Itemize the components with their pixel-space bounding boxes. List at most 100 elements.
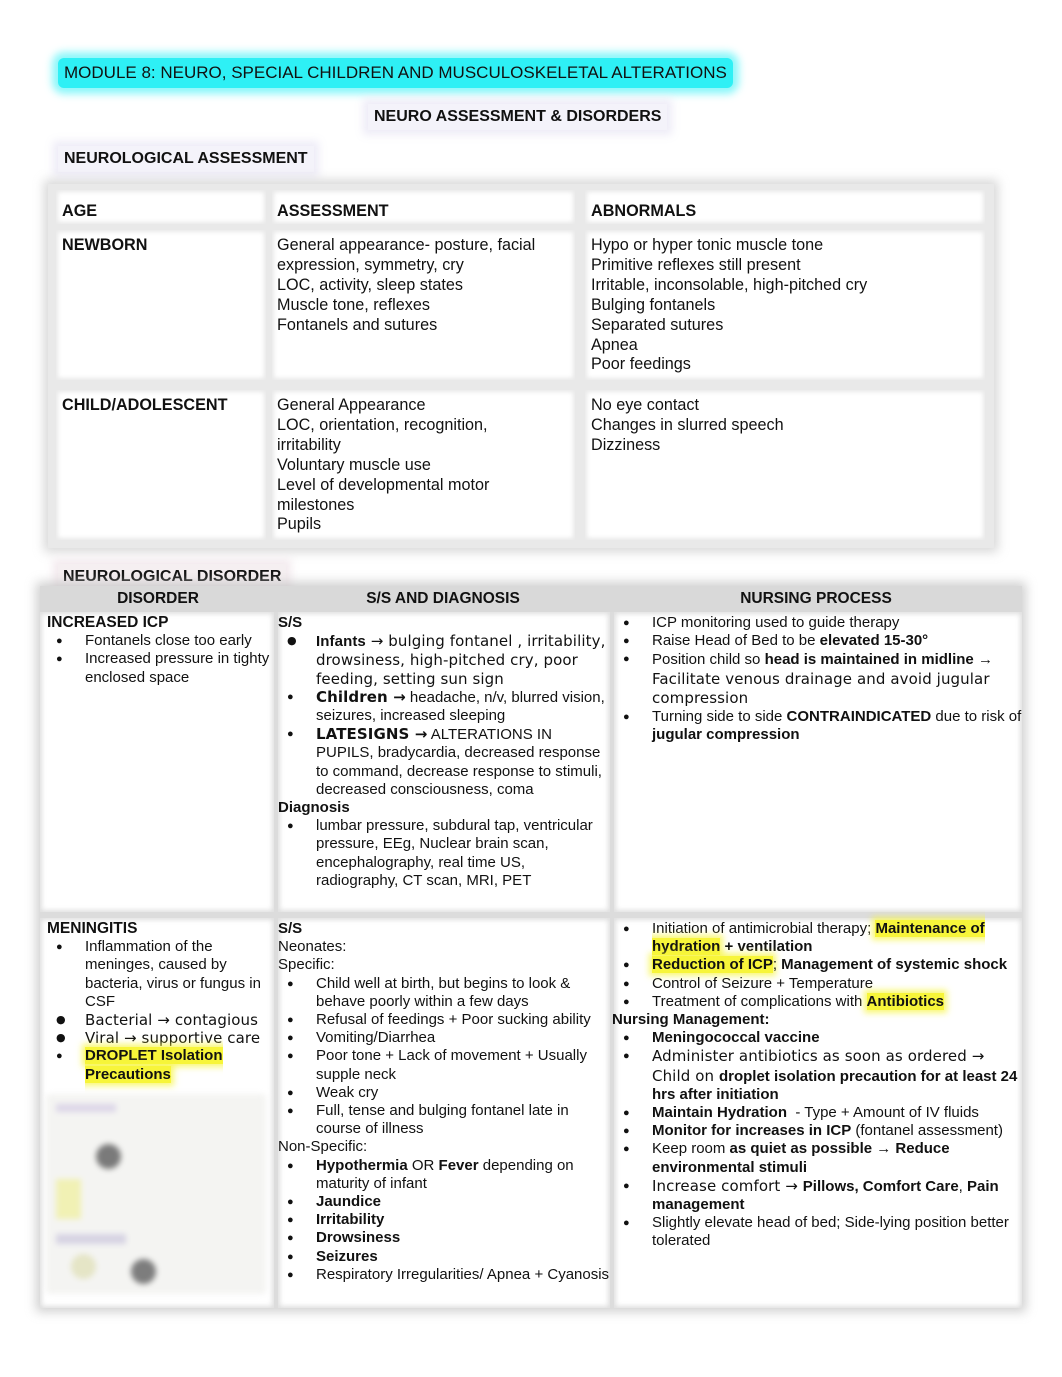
assessment-line: expression, symmetry, cry bbox=[277, 255, 464, 274]
list-item: Keep room as quiet as possible → Reduce … bbox=[614, 1140, 1022, 1176]
diagnosis-label: Diagnosis bbox=[278, 799, 350, 817]
column-header-assessment: ASSESSMENT bbox=[272, 190, 575, 224]
bold-text: Pillows, Comfort Care bbox=[802, 1177, 959, 1195]
assessment-line: Pupils bbox=[277, 515, 322, 534]
list-item: Slightly elevate head of bed; Side-lying… bbox=[614, 1214, 1022, 1250]
abnormal-line: Poor feedings bbox=[591, 355, 691, 374]
abnormal-line: Dizziness bbox=[591, 435, 661, 454]
assessment-line: General Appearance bbox=[277, 396, 426, 414]
bold-text: Monitor for increases in ICP bbox=[652, 1122, 852, 1140]
list-item: Control of Seizure + Temperature bbox=[614, 975, 1022, 993]
highlight: Antibiotics bbox=[866, 992, 945, 1010]
list-item: Treatment of complications with Antibiot… bbox=[614, 992, 1022, 1011]
list-item: Fontanels close too early bbox=[47, 632, 274, 650]
nursing-bold: jugular compression bbox=[652, 726, 800, 744]
list-item: Administer antibiotics as soon as ordere… bbox=[614, 1047, 1022, 1104]
nonspecific-label: Non-Specific: bbox=[278, 1138, 368, 1156]
assessment-line: LOC, orientation, recognition, bbox=[277, 415, 488, 434]
table-row-newborn-abnormals: Hypo or hyper tonic muscle tone Primitiv… bbox=[585, 230, 985, 380]
column-header-disorder: DISORDER bbox=[40, 586, 276, 612]
list-item: Infants → bulging fontanel , irritabilit… bbox=[278, 632, 610, 688]
list-item: Maintain Hydration - Type + Amount of IV… bbox=[614, 1104, 1022, 1122]
list-item: LATESIGNS → ALTERATIONS IN PUPILS, brady… bbox=[278, 725, 610, 799]
text: Keep room bbox=[652, 1140, 730, 1158]
bold-text: Fever bbox=[438, 1156, 479, 1174]
abnormal-line: Bulging fontanels bbox=[591, 295, 716, 314]
nursing-text: Facilitate venous drainage and avoid jug… bbox=[652, 669, 990, 707]
list-item: Weak cry bbox=[278, 1084, 610, 1102]
abnormal-line: Apnea bbox=[591, 335, 638, 354]
list-item: Hypothermia OR Fever depending on maturi… bbox=[278, 1157, 610, 1193]
abnormal-line: No eye contact bbox=[591, 396, 699, 414]
assessment-line: Level of developmental motor bbox=[277, 475, 490, 494]
nursing-bold: head is maintained in midline → bbox=[764, 651, 993, 669]
list-item: Respiratory Irregularities/ Apnea + Cyan… bbox=[278, 1266, 610, 1284]
bold-text: Management of systemic shock bbox=[781, 956, 1008, 974]
section-title: NEURO ASSESSMENT & DISORDERS bbox=[368, 104, 668, 130]
nursing-bold: elevated 15-30° bbox=[819, 632, 929, 650]
column-header-ss-diagnosis: S/S AND DIAGNOSIS bbox=[276, 586, 610, 612]
list-item: Increase comfort → Pillows, Comfort Care… bbox=[614, 1177, 1022, 1214]
nursing-management-label: Nursing Management: bbox=[612, 1011, 770, 1029]
list-item: Child well at birth, but begins to look … bbox=[278, 975, 610, 1011]
table-row-child-assessment: General Appearance LOC, orientation, rec… bbox=[272, 390, 575, 540]
table-row-child-age: CHILD/ADOLESCENT bbox=[56, 390, 266, 540]
assessment-line: irritability bbox=[277, 435, 341, 454]
header-label: ASSESSMENT bbox=[277, 202, 389, 220]
list-item: Turning side to side CONTRAINDICATED due… bbox=[614, 708, 1022, 744]
assessment-line: Voluntary muscle use bbox=[277, 455, 431, 474]
ss-label: S/S bbox=[278, 614, 303, 631]
list-item: ICP monitoring used to guide therapy bbox=[614, 614, 1022, 632]
table-row-newborn-assessment: General appearance- posture, facial expr… bbox=[272, 230, 575, 380]
list-item: Reduction of ICP; Management of systemic… bbox=[614, 956, 1022, 975]
table-row-child-abnormals: No eye contact Changes in slurred speech… bbox=[585, 390, 985, 540]
nursing-bold: CONTRAINDICATED bbox=[786, 708, 932, 726]
assessment-line: LOC, activity, sleep states bbox=[277, 275, 463, 294]
list-item: Monitor for increases in ICP (fontanel a… bbox=[614, 1122, 1022, 1140]
nursing-text: Raise Head of Bed to be bbox=[652, 632, 820, 650]
nursing-text: Turning side to side bbox=[652, 708, 787, 726]
assessment-line: General appearance- posture, facial bbox=[277, 236, 536, 254]
specific-label: Specific: bbox=[278, 956, 335, 974]
assessment-line: Muscle tone, reflexes bbox=[277, 295, 430, 314]
text: (fontanel assessment) bbox=[851, 1122, 1003, 1140]
assessment-line: milestones bbox=[277, 495, 355, 514]
list-item: Meningococcal vaccine bbox=[614, 1029, 1022, 1047]
list-item: Increased pressure in tighty enclosed sp… bbox=[47, 650, 274, 686]
column-header-abnormals: ABNORMALS bbox=[585, 190, 985, 224]
text: - Type + Amount of IV fluids bbox=[787, 1104, 979, 1122]
list-item: DROPLET Isolation Precautions bbox=[47, 1047, 274, 1083]
abnormal-line: Primitive reflexes still present bbox=[591, 255, 801, 274]
disorder-name: MENINGITIS bbox=[47, 920, 138, 937]
ss-infants-bold: Infants bbox=[316, 633, 366, 651]
ss-label: S/S bbox=[278, 920, 303, 937]
list-item: Children → headache, n/v, blurred vision… bbox=[278, 688, 610, 725]
icp-nursing-cell: ICP monitoring used to guide therapy Rai… bbox=[614, 612, 1022, 912]
module-title: MODULE 8: NEURO, SPECIAL CHILDREN AND MU… bbox=[58, 58, 733, 88]
header-label: AGE bbox=[62, 202, 98, 220]
abnormal-line: Hypo or hyper tonic muscle tone bbox=[591, 236, 824, 254]
abnormal-line: Irritable, inconsolable, high-pitched cr… bbox=[591, 275, 868, 294]
icp-ss-cell: S/S Infants → bulging fontanel , irritab… bbox=[278, 612, 610, 912]
text: Initiation of antimicrobial therapy; bbox=[652, 920, 876, 937]
list-item: Vomiting/Diarrhea bbox=[278, 1029, 610, 1047]
text: , bbox=[958, 1177, 967, 1195]
meningitis-nursing-cell: Initiation of antimicrobial therapy; Mai… bbox=[612, 918, 1022, 1308]
ss-children-bold: Children → bbox=[316, 687, 406, 706]
nursing-text: due to risk of bbox=[931, 708, 1022, 726]
icp-disorder-cell: INCREASED ICP Fontanels close too early … bbox=[40, 612, 274, 912]
nursing-text: Position child so bbox=[652, 651, 765, 669]
list-item: lumbar pressure, subdural tap, ventricul… bbox=[278, 817, 610, 890]
droplet-precautions-highlight: DROPLET Isolation Precautions bbox=[85, 1047, 223, 1083]
list-item: Bacterial → contagious bbox=[47, 1011, 274, 1029]
text: Increase comfort → bbox=[652, 1176, 803, 1195]
age-label: NEWBORN bbox=[62, 236, 148, 254]
header-label: ABNORMALS bbox=[591, 202, 697, 220]
text: ; bbox=[772, 956, 782, 974]
age-label: CHILD/ADOLESCENT bbox=[62, 396, 228, 414]
list-item: Viral → supportive care bbox=[47, 1029, 274, 1047]
assessment-line: Fontanels and sutures bbox=[277, 315, 438, 334]
table-row-newborn-age: NEWBORN bbox=[56, 230, 266, 380]
list-item: Initiation of antimicrobial therapy; Mai… bbox=[614, 920, 1022, 956]
meningitis-ss-cell: S/S Neonates: Specific: Child well at bi… bbox=[278, 918, 610, 1308]
